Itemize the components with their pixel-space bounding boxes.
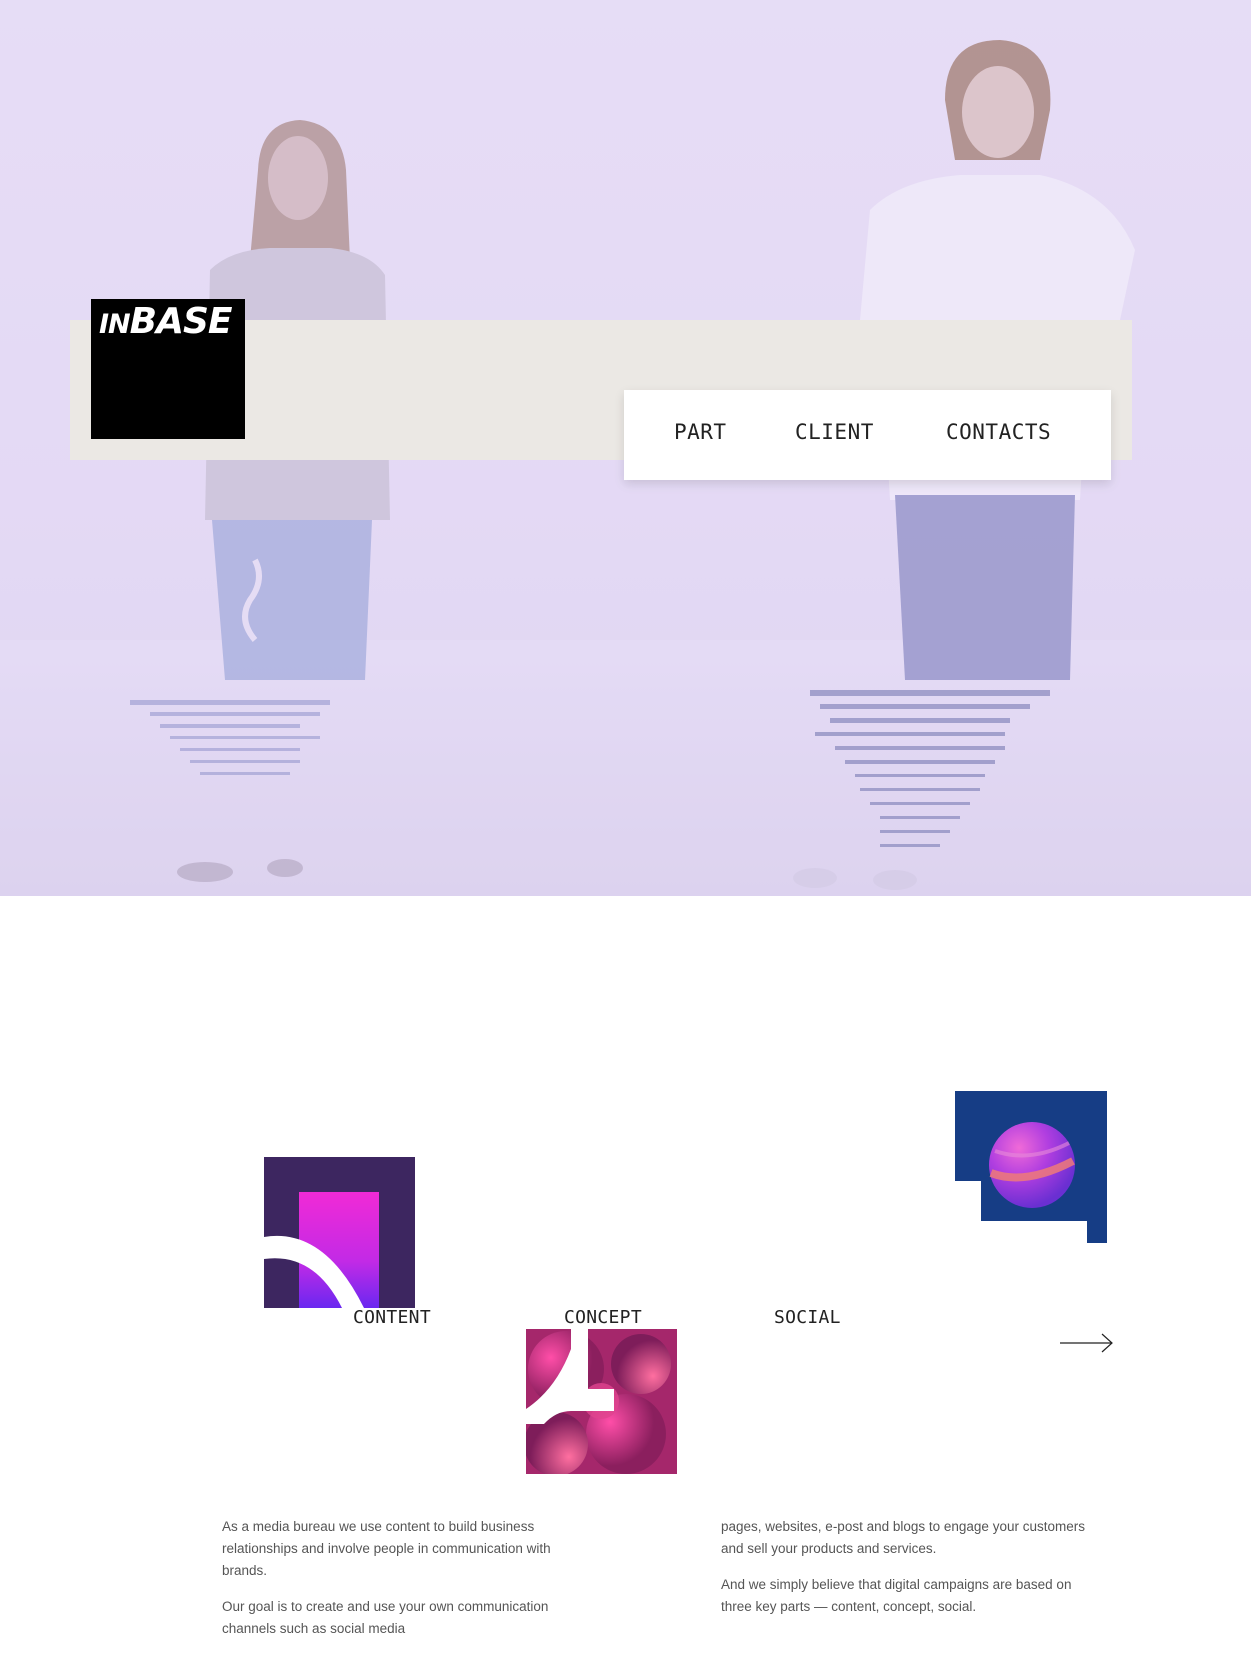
- concept-tile[interactable]: [526, 1329, 677, 1474]
- nav-item-part[interactable]: PART: [674, 420, 727, 444]
- main-nav: PART CLIENT CONTACTS: [624, 390, 1111, 480]
- arrow-right-icon[interactable]: [1060, 1332, 1114, 1354]
- nav-item-client[interactable]: CLIENT: [795, 420, 874, 444]
- hero-section: INBASE PART CLIENT CONTACTS: [0, 0, 1251, 896]
- service-label-social[interactable]: SOCIAL: [774, 1307, 841, 1328]
- about-paragraph: And we simply believe that digital campa…: [721, 1577, 1072, 1614]
- social-tile[interactable]: [955, 1091, 1107, 1243]
- logo[interactable]: INBASE: [91, 299, 245, 439]
- service-label-content[interactable]: CONTENT: [353, 1307, 431, 1328]
- about-paragraph: pages, websites, e-post and blogs to eng…: [721, 1519, 1085, 1556]
- about-paragraph: Our goal is to create and use your own c…: [222, 1599, 549, 1636]
- about-paragraph: As a media bureau we use content to buil…: [222, 1519, 551, 1578]
- logo-prefix: IN: [99, 309, 131, 340]
- service-label-concept[interactable]: CONCEPT: [564, 1307, 642, 1328]
- about-column-left: As a media bureau we use content to buil…: [222, 1516, 592, 1654]
- logo-main: BASE: [129, 301, 233, 342]
- content-tile[interactable]: [264, 1157, 415, 1308]
- logo-text: INBASE: [99, 301, 233, 342]
- about-column-right: pages, websites, e-post and blogs to eng…: [721, 1516, 1091, 1632]
- nav-item-contacts[interactable]: CONTACTS: [946, 420, 1051, 444]
